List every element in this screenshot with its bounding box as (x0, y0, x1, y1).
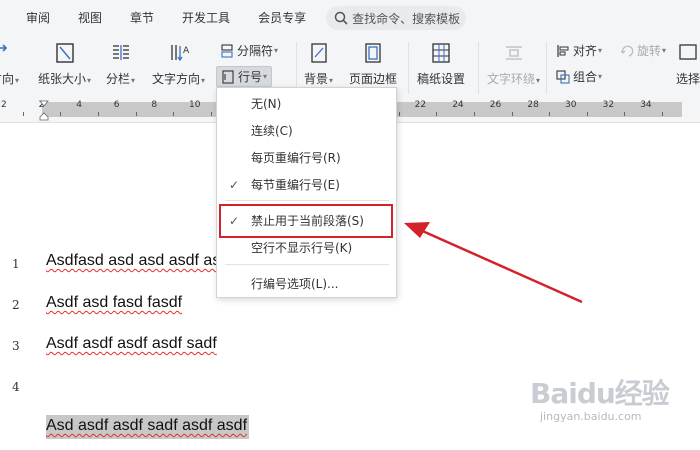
annotation-arrow-icon (404, 222, 583, 304)
